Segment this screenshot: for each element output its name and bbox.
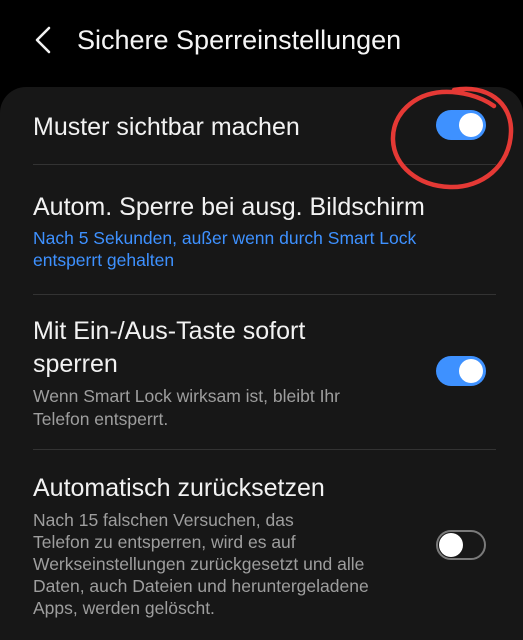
settings-card: Muster sichtbar machen Autom. Sperre bei… <box>0 87 523 640</box>
toggle-knob <box>459 359 483 383</box>
setting-title: Automatisch zurücksetzen <box>33 474 325 502</box>
screen: Sichere Sperreinstellungen Muster sichtb… <box>0 0 523 640</box>
toggle-knob <box>459 113 483 137</box>
setting-subtitle: Wenn Smart Lock wirksam ist, bleibt Ihr <box>33 386 340 406</box>
show-pattern-toggle[interactable] <box>436 110 486 140</box>
setting-title: sperren <box>33 350 118 378</box>
setting-title: Autom. Sperre bei ausg. Bildschirm <box>33 193 425 221</box>
app-bar: Sichere Sperreinstellungen <box>0 0 523 82</box>
setting-subtitle: Werkseinstellungen zurückgesetzt und all… <box>33 554 365 574</box>
setting-row-show-pattern[interactable]: Muster sichtbar machen <box>0 87 523 165</box>
setting-subtitle: Telefon zu entsperren, wird es auf <box>33 532 296 552</box>
power-key-lock-toggle[interactable] <box>436 356 486 386</box>
chevron-left-icon <box>35 26 51 54</box>
setting-subtitle: Nach 5 Sekunden, außer wenn durch Smart … <box>33 228 417 248</box>
toggle-knob <box>439 533 463 557</box>
setting-subtitle: Nach 15 falschen Versuchen, das <box>33 510 294 530</box>
auto-reset-toggle[interactable] <box>436 530 486 560</box>
setting-title: Mit Ein-/Aus-Taste sofort <box>33 317 306 345</box>
setting-row-power-key-lock[interactable]: Mit Ein-/Aus-Taste sofort sperren Wenn S… <box>0 295 523 450</box>
setting-title: Muster sichtbar machen <box>33 113 300 141</box>
back-button[interactable] <box>24 20 64 60</box>
setting-row-auto-reset[interactable]: Automatisch zurücksetzen Nach 15 falsche… <box>0 450 523 640</box>
setting-subtitle: Apps, werden gelöscht. <box>33 598 215 618</box>
setting-subtitle: Daten, auch Dateien und heruntergeladene <box>33 576 369 596</box>
page-title: Sichere Sperreinstellungen <box>77 25 402 55</box>
setting-subtitle: Telefon entsperrt. <box>33 409 169 429</box>
setting-row-auto-lock[interactable]: Autom. Sperre bei ausg. Bildschirm Nach … <box>0 165 523 295</box>
setting-subtitle: entsperrt gehalten <box>33 250 175 270</box>
